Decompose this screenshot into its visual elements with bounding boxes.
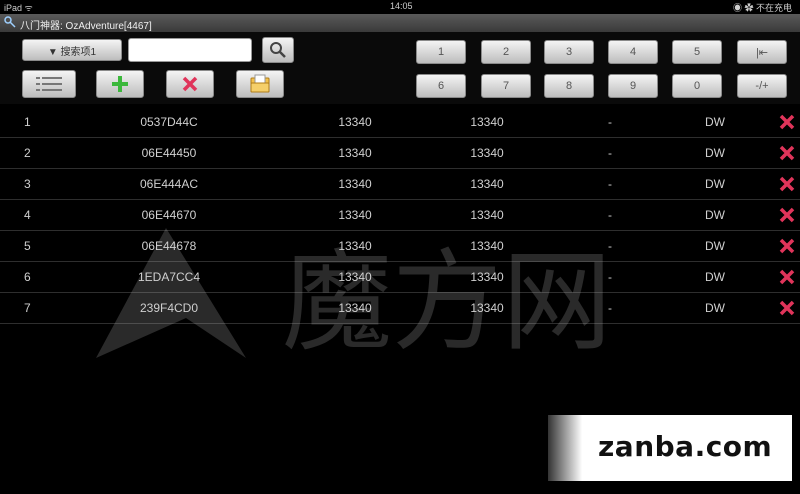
open-file-button[interactable] <box>236 70 284 98</box>
row-type: DW <box>705 208 725 222</box>
backspace-key[interactable]: |⇤ <box>737 40 787 64</box>
key-icon <box>4 16 16 28</box>
delete-row-icon[interactable] <box>779 145 795 161</box>
row-index: 4 <box>24 208 31 222</box>
close-icon <box>182 76 198 92</box>
add-button[interactable] <box>96 70 144 98</box>
row-index: 1 <box>24 115 31 129</box>
search-button[interactable] <box>262 37 294 63</box>
key-2[interactable]: 2 <box>481 40 531 64</box>
row-index: 5 <box>24 239 31 253</box>
row-index: 6 <box>24 270 31 284</box>
delete-row-icon[interactable] <box>779 300 795 316</box>
table-row[interactable]: 4 06E44670 13340 13340 - DW <box>0 200 800 231</box>
row-type: DW <box>705 239 725 253</box>
clock: 14:05 <box>390 1 413 11</box>
search-input[interactable] <box>128 38 252 62</box>
row-type: DW <box>705 146 725 160</box>
list-icon <box>36 77 62 91</box>
row-value-2: 13340 <box>470 115 504 129</box>
delete-row-icon[interactable] <box>779 207 795 223</box>
table-row[interactable]: 1 0537D44C 13340 13340 - DW <box>0 107 800 138</box>
wifi-icon: ᯤ <box>24 3 33 13</box>
plus-icon <box>112 76 128 92</box>
row-value: 13340 <box>338 115 372 129</box>
watermark-site: zanba.com <box>598 430 773 463</box>
search-icon <box>270 42 286 58</box>
window-title: 八门神器: OzAdventure[4467] <box>20 21 152 32</box>
row-index: 7 <box>24 301 31 315</box>
delete-row-icon[interactable] <box>779 176 795 192</box>
row-type: DW <box>705 301 725 315</box>
row-address: 06E444AC <box>139 177 199 191</box>
key-7[interactable]: 7 <box>481 74 531 98</box>
row-address: 0537D44C <box>140 115 198 129</box>
watermark-logo-text: 魔方网 <box>282 238 612 362</box>
list-button[interactable] <box>22 70 76 98</box>
row-dash: - <box>608 208 612 222</box>
table-row[interactable]: 2 06E44450 13340 13340 - DW <box>0 138 800 169</box>
row-dash: - <box>608 115 612 129</box>
key-9[interactable]: 9 <box>608 74 658 98</box>
row-dash: - <box>608 177 612 191</box>
key-3[interactable]: 3 <box>544 40 594 64</box>
key-6[interactable]: 6 <box>416 74 466 98</box>
row-dash: - <box>608 146 612 160</box>
row-type: DW <box>705 115 725 129</box>
row-address: 06E44450 <box>141 146 197 160</box>
row-index: 2 <box>24 146 31 160</box>
folder-icon <box>250 74 270 93</box>
delete-row-icon[interactable] <box>779 114 795 130</box>
row-value: 13340 <box>338 208 372 222</box>
row-value-2: 13340 <box>470 208 504 222</box>
row-value: 13340 <box>338 177 372 191</box>
delete-row-icon[interactable] <box>779 269 795 285</box>
row-value-2: 13340 <box>470 177 504 191</box>
title-bar: 八门神器: OzAdventure[4467] <box>0 14 800 32</box>
row-address: 06E44670 <box>141 208 197 222</box>
row-value: 13340 <box>338 146 372 160</box>
row-value-2: 13340 <box>470 146 504 160</box>
table-row[interactable]: 3 06E444AC 13340 13340 - DW <box>0 169 800 200</box>
row-type: DW <box>705 177 725 191</box>
row-type: DW <box>705 270 725 284</box>
key-5[interactable]: 5 <box>672 40 722 64</box>
key-8[interactable]: 8 <box>544 74 594 98</box>
delete-button[interactable] <box>166 70 214 98</box>
toolbar: ▼ 搜索项1 1 2 3 4 5 |⇤ 6 7 8 9 0 -/+ <box>0 32 800 104</box>
key-1[interactable]: 1 <box>416 40 466 64</box>
status-right: ◉ ✿ 不在充电 <box>732 3 792 13</box>
search-type-button[interactable]: ▼ 搜索项1 <box>22 39 122 61</box>
status-bar: iPad ᯤ 14:05 ◉ ✿ 不在充电 <box>0 0 800 14</box>
sign-toggle-key[interactable]: -/+ <box>737 74 787 98</box>
key-0[interactable]: 0 <box>672 74 722 98</box>
key-4[interactable]: 4 <box>608 40 658 64</box>
row-index: 3 <box>24 177 31 191</box>
watermark-logo: 魔方网 <box>96 228 612 362</box>
device-label: iPad ᯤ <box>4 3 33 13</box>
delete-row-icon[interactable] <box>779 238 795 254</box>
